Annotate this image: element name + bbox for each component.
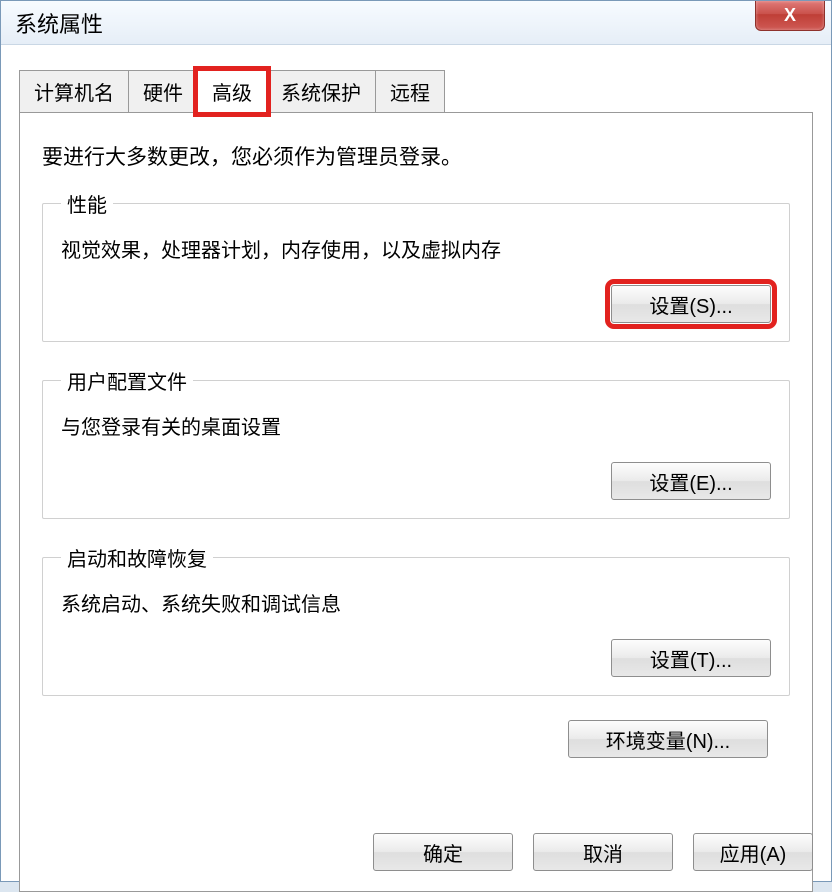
user-profiles-settings-button[interactable]: 设置(E)... <box>611 462 771 500</box>
cancel-button[interactable]: 取消 <box>533 833 673 871</box>
startup-recovery-group: 启动和故障恢复 系统启动、系统失败和调试信息 设置(T)... <box>42 543 790 696</box>
window-title: 系统属性 <box>15 7 103 39</box>
startup-recovery-legend: 启动和故障恢复 <box>61 543 213 572</box>
admin-note: 要进行大多数更改，您必须作为管理员登录。 <box>42 141 790 171</box>
user-profiles-legend: 用户配置文件 <box>61 366 193 395</box>
ok-button[interactable]: 确定 <box>373 833 513 871</box>
environment-variables-button[interactable]: 环境变量(N)... <box>568 720 768 758</box>
tab-strip: 计算机名 硬件 高级 系统保护 远程 <box>19 70 813 112</box>
titlebar: 系统属性 X <box>1 1 831 45</box>
performance-button-row: 设置(S)... <box>61 285 771 323</box>
startup-recovery-button-row: 设置(T)... <box>61 639 771 677</box>
tab-hardware[interactable]: 硬件 <box>128 70 198 112</box>
startup-recovery-desc: 系统启动、系统失败和调试信息 <box>61 588 771 617</box>
user-profiles-desc: 与您登录有关的桌面设置 <box>61 411 771 440</box>
close-icon: X <box>784 5 796 26</box>
dialog-footer: 确定 取消 应用(A) <box>1 833 831 871</box>
tab-system-protection[interactable]: 系统保护 <box>266 70 376 112</box>
performance-legend: 性能 <box>61 189 113 218</box>
content-area: 计算机名 硬件 高级 系统保护 远程 要进行大多数更改，您必须作为管理员登录。 … <box>1 45 831 881</box>
performance-desc: 视觉效果，处理器计划，内存使用，以及虚拟内存 <box>61 234 771 263</box>
close-button[interactable]: X <box>755 1 825 31</box>
apply-button[interactable]: 应用(A) <box>693 833 813 871</box>
user-profiles-button-row: 设置(E)... <box>61 462 771 500</box>
tab-advanced[interactable]: 高级 <box>197 70 267 113</box>
tab-remote[interactable]: 远程 <box>375 70 445 112</box>
advanced-tab-panel: 要进行大多数更改，您必须作为管理员登录。 性能 视觉效果，处理器计划，内存使用，… <box>19 112 813 892</box>
user-profiles-group: 用户配置文件 与您登录有关的桌面设置 设置(E)... <box>42 366 790 519</box>
startup-recovery-settings-button[interactable]: 设置(T)... <box>611 639 771 677</box>
performance-group: 性能 视觉效果，处理器计划，内存使用，以及虚拟内存 设置(S)... <box>42 189 790 342</box>
performance-settings-button[interactable]: 设置(S)... <box>611 285 771 323</box>
tab-computer-name[interactable]: 计算机名 <box>19 70 129 112</box>
env-vars-row: 环境变量(N)... <box>42 720 790 758</box>
system-properties-window: 系统属性 X 计算机名 硬件 高级 系统保护 远程 要进行大多数更改，您必须作为… <box>0 0 832 882</box>
